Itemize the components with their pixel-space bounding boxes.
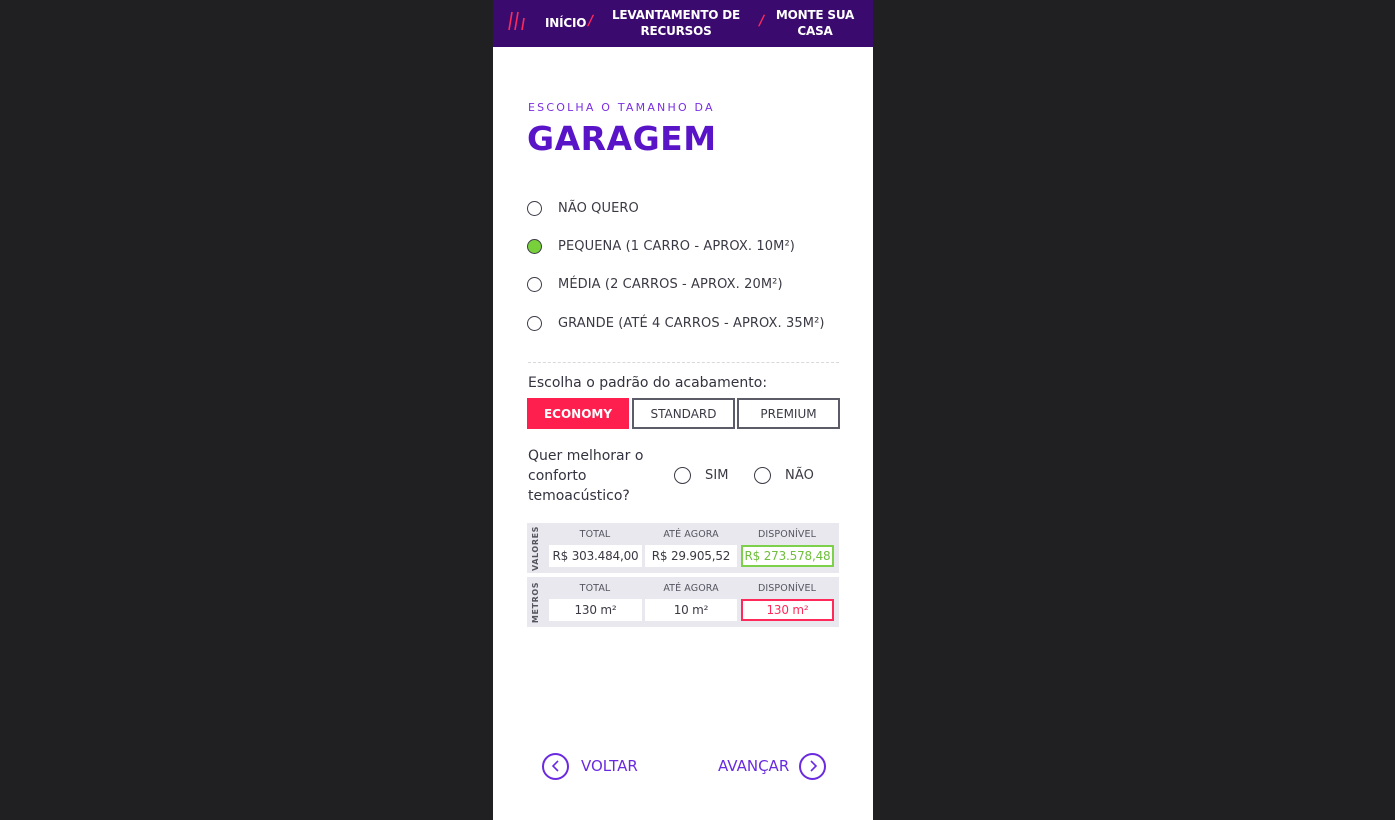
page-eyebrow: ESCOLHA O TAMANHO DA [528, 101, 715, 114]
nav-separator: / [757, 13, 766, 29]
side-label-text: METROS [531, 581, 541, 623]
column-header: DISPONÍVEL [757, 583, 817, 594]
value-ate-agora: R$ 29.905,52 [645, 545, 737, 567]
table-side-label: VALORES [527, 523, 545, 573]
chevron-right-icon [799, 752, 827, 780]
radio-button[interactable] [674, 466, 691, 484]
table-side-label: METROS [527, 577, 545, 627]
chevron-left-icon [542, 752, 569, 780]
option-nao-quero[interactable]: NÃO QUERO [527, 197, 639, 219]
nav-item-label: CASA [797, 24, 833, 38]
option-label: SIM [705, 467, 729, 483]
value-total: R$ 303.484,00 [549, 545, 642, 567]
back-label: VOLTAR [581, 757, 638, 775]
top-nav: INÍCIO / LEVANTAMENTO DE RECURSOS / MONT… [493, 0, 873, 47]
meters-disponivel: 130 m² [741, 599, 834, 621]
comfort-question-line: temoacústico? [528, 488, 630, 504]
radio-button-selected[interactable] [527, 238, 542, 254]
comfort-question-line: conforto [528, 468, 587, 484]
meters-ate-agora: 10 m² [645, 599, 737, 621]
column-header: TOTAL [579, 529, 611, 540]
nav-item-label: MONTE SUA [775, 8, 855, 22]
app-screen: INÍCIO / LEVANTAMENTO DE RECURSOS / MONT… [493, 0, 873, 820]
finish-question: Escolha o padrão do acabamento: [528, 375, 768, 391]
option-label: MÉDIA (2 CARROS - APROX. 20M²) [558, 276, 783, 292]
nav-item-levantamento[interactable]: LEVANTAMENTO DE RECURSOS [611, 7, 741, 39]
option-grande[interactable]: GRANDE (ATÉ 4 CARROS - APROX. 35M²) [527, 312, 825, 334]
comfort-yes-option[interactable]: SIM [674, 465, 729, 485]
back-button[interactable]: VOLTAR [542, 752, 638, 780]
option-media[interactable]: MÉDIA (2 CARROS - APROX. 20M²) [527, 273, 783, 295]
option-label: PEQUENA (1 CARRO - APROX. 10M²) [558, 238, 795, 254]
meters-total: 130 m² [549, 599, 642, 621]
radio-button[interactable] [527, 315, 542, 331]
meters-table: METROS TOTAL ATÉ AGORA DISPONÍVEL 130 m²… [527, 577, 839, 627]
logo-icon[interactable] [507, 10, 529, 32]
comfort-no-option[interactable]: NÃO [754, 465, 814, 485]
nav-item-label: LEVANTAMENTO DE [611, 8, 741, 22]
next-label: AVANÇAR [718, 757, 790, 775]
values-table: VALORES TOTAL ATÉ AGORA DISPONÍVEL R$ 30… [527, 523, 839, 573]
page-title: GARAGEM [527, 119, 717, 158]
column-header: DISPONÍVEL [757, 529, 817, 540]
option-label: NÃO [785, 467, 814, 483]
next-button[interactable]: AVANÇAR [718, 752, 827, 780]
nav-item-label: RECURSOS [640, 24, 712, 38]
option-label: NÃO QUERO [558, 200, 639, 216]
comfort-question: Quer melhorar o conforto temoacústico? [528, 446, 643, 506]
option-pequena[interactable]: PEQUENA (1 CARRO - APROX. 10M²) [527, 235, 795, 257]
column-header: ATÉ AGORA [663, 529, 719, 540]
column-header: TOTAL [579, 583, 611, 594]
nav-item-inicio[interactable]: INÍCIO [545, 15, 587, 31]
finish-premium-button[interactable]: PREMIUM [737, 398, 840, 429]
radio-button[interactable] [527, 200, 542, 216]
nav-item-monte-sua-casa[interactable]: MONTE SUA CASA [770, 7, 860, 39]
radio-button[interactable] [754, 466, 771, 484]
finish-standard-button[interactable]: STANDARD [632, 398, 735, 429]
section-divider [528, 362, 839, 363]
nav-item-label: INÍCIO [545, 16, 587, 30]
comfort-question-line: Quer melhorar o [528, 448, 644, 464]
column-header: ATÉ AGORA [663, 583, 719, 594]
side-label-text: VALORES [531, 525, 541, 571]
radio-button[interactable] [527, 276, 542, 292]
nav-separator: / [586, 13, 595, 29]
option-label: GRANDE (ATÉ 4 CARROS - APROX. 35M²) [558, 315, 825, 331]
value-disponivel: R$ 273.578,48 [741, 545, 834, 567]
finish-economy-button[interactable]: ECONOMY [527, 398, 629, 429]
